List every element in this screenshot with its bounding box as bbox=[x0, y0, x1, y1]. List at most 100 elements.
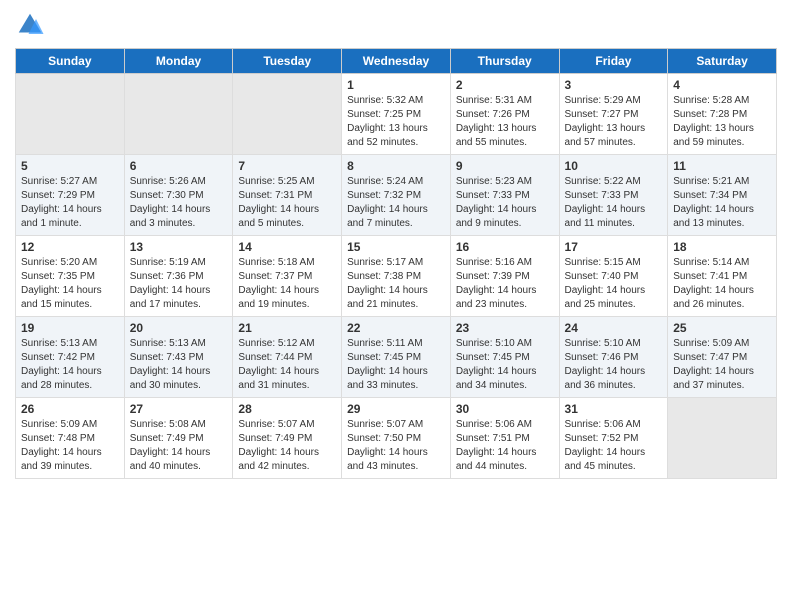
day-number: 4 bbox=[673, 78, 771, 92]
weekday-header-friday: Friday bbox=[559, 49, 668, 74]
calendar-cell: 11 Sunrise: 5:21 AMSunset: 7:34 PMDayligh… bbox=[668, 155, 777, 236]
calendar-cell: 14 Sunrise: 5:18 AMSunset: 7:37 PMDayligh… bbox=[233, 236, 342, 317]
day-info: Sunrise: 5:31 AMSunset: 7:26 PMDaylight:… bbox=[456, 94, 554, 150]
day-number: 6 bbox=[130, 159, 228, 173]
day-info: Sunrise: 5:11 AMSunset: 7:45 PMDaylight:… bbox=[347, 337, 445, 393]
day-number: 9 bbox=[456, 159, 554, 173]
calendar-body: 1Sunrise: 5:32 AMSunset: 7:25 PMDaylight… bbox=[16, 74, 777, 479]
day-number: 14 bbox=[238, 240, 336, 254]
day-info: Sunrise: 5:27 AMSunset: 7:29 PMDaylight:… bbox=[21, 175, 119, 231]
calendar-cell: 2 Sunrise: 5:31 AMSunset: 7:26 PMDaylight… bbox=[450, 74, 559, 155]
calendar-table: SundayMondayTuesdayWednesdayThursdayFrid… bbox=[15, 48, 777, 479]
calendar-cell: 9 Sunrise: 5:23 AMSunset: 7:33 PMDaylight… bbox=[450, 155, 559, 236]
day-number: 7 bbox=[238, 159, 336, 173]
day-number: 10 bbox=[565, 159, 663, 173]
day-info: Sunrise: 5:20 AMSunset: 7:35 PMDaylight:… bbox=[21, 256, 119, 312]
day-number: 23 bbox=[456, 321, 554, 335]
day-number: 17 bbox=[565, 240, 663, 254]
day-number: 26 bbox=[21, 402, 119, 416]
day-number: 11 bbox=[673, 159, 771, 173]
day-number: 5 bbox=[21, 159, 119, 173]
day-info: Sunrise: 5:17 AMSunset: 7:38 PMDaylight:… bbox=[347, 256, 445, 312]
day-info: Sunrise: 5:10 AMSunset: 7:46 PMDaylight:… bbox=[565, 337, 663, 393]
day-info: Sunrise: 5:10 AMSunset: 7:45 PMDaylight:… bbox=[456, 337, 554, 393]
day-number: 31 bbox=[565, 402, 663, 416]
calendar-cell: 1Sunrise: 5:32 AMSunset: 7:25 PMDaylight… bbox=[342, 74, 451, 155]
day-info: Sunrise: 5:14 AMSunset: 7:41 PMDaylight:… bbox=[673, 256, 771, 312]
weekday-header-wednesday: Wednesday bbox=[342, 49, 451, 74]
weekday-header-row: SundayMondayTuesdayWednesdayThursdayFrid… bbox=[16, 49, 777, 74]
day-number: 27 bbox=[130, 402, 228, 416]
calendar-cell: 24Sunrise: 5:10 AMSunset: 7:46 PMDayligh… bbox=[559, 317, 668, 398]
calendar-cell: 12 Sunrise: 5:20 AMSunset: 7:35 PMDayligh… bbox=[16, 236, 125, 317]
weekday-header-tuesday: Tuesday bbox=[233, 49, 342, 74]
calendar-cell: 17 Sunrise: 5:15 AMSunset: 7:40 PMDayligh… bbox=[559, 236, 668, 317]
day-info: Sunrise: 5:06 AMSunset: 7:52 PMDaylight:… bbox=[565, 418, 663, 474]
day-info: Sunrise: 5:15 AMSunset: 7:40 PMDaylight:… bbox=[565, 256, 663, 312]
day-number: 21 bbox=[238, 321, 336, 335]
calendar-cell bbox=[668, 398, 777, 479]
header bbox=[15, 10, 777, 40]
day-info: Sunrise: 5:07 AMSunset: 7:50 PMDaylight:… bbox=[347, 418, 445, 474]
calendar-cell: 31 Sunrise: 5:06 AMSunset: 7:52 PMDayligh… bbox=[559, 398, 668, 479]
weekday-header-sunday: Sunday bbox=[16, 49, 125, 74]
weekday-header-saturday: Saturday bbox=[668, 49, 777, 74]
day-number: 19 bbox=[21, 321, 119, 335]
day-info: Sunrise: 5:23 AMSunset: 7:33 PMDaylight:… bbox=[456, 175, 554, 231]
calendar-cell: 27 Sunrise: 5:08 AMSunset: 7:49 PMDayligh… bbox=[124, 398, 233, 479]
day-info: Sunrise: 5:06 AMSunset: 7:51 PMDaylight:… bbox=[456, 418, 554, 474]
calendar-cell: 18 Sunrise: 5:14 AMSunset: 7:41 PMDayligh… bbox=[668, 236, 777, 317]
calendar-week-1: 1Sunrise: 5:32 AMSunset: 7:25 PMDaylight… bbox=[16, 74, 777, 155]
day-number: 16 bbox=[456, 240, 554, 254]
calendar-cell: 15 Sunrise: 5:17 AMSunset: 7:38 PMDayligh… bbox=[342, 236, 451, 317]
day-info: Sunrise: 5:13 AMSunset: 7:42 PMDaylight:… bbox=[21, 337, 119, 393]
day-info: Sunrise: 5:08 AMSunset: 7:49 PMDaylight:… bbox=[130, 418, 228, 474]
weekday-header-monday: Monday bbox=[124, 49, 233, 74]
day-number: 2 bbox=[456, 78, 554, 92]
calendar-cell: 19 Sunrise: 5:13 AMSunset: 7:42 PMDayligh… bbox=[16, 317, 125, 398]
calendar-cell: 6Sunrise: 5:26 AMSunset: 7:30 PMDaylight… bbox=[124, 155, 233, 236]
day-number: 15 bbox=[347, 240, 445, 254]
day-number: 29 bbox=[347, 402, 445, 416]
calendar-cell: 23 Sunrise: 5:10 AMSunset: 7:45 PMDayligh… bbox=[450, 317, 559, 398]
day-number: 30 bbox=[456, 402, 554, 416]
calendar-cell bbox=[233, 74, 342, 155]
day-info: Sunrise: 5:19 AMSunset: 7:36 PMDaylight:… bbox=[130, 256, 228, 312]
calendar-cell: 16 Sunrise: 5:16 AMSunset: 7:39 PMDayligh… bbox=[450, 236, 559, 317]
day-info: Sunrise: 5:21 AMSunset: 7:34 PMDaylight:… bbox=[673, 175, 771, 231]
calendar-cell: 21Sunrise: 5:12 AMSunset: 7:44 PMDayligh… bbox=[233, 317, 342, 398]
calendar-week-3: 12 Sunrise: 5:20 AMSunset: 7:35 PMDayligh… bbox=[16, 236, 777, 317]
day-number: 20 bbox=[130, 321, 228, 335]
day-info: Sunrise: 5:18 AMSunset: 7:37 PMDaylight:… bbox=[238, 256, 336, 312]
day-number: 12 bbox=[21, 240, 119, 254]
calendar-cell: 30 Sunrise: 5:06 AMSunset: 7:51 PMDayligh… bbox=[450, 398, 559, 479]
calendar-cell: 8 Sunrise: 5:24 AMSunset: 7:32 PMDaylight… bbox=[342, 155, 451, 236]
day-info: Sunrise: 5:13 AMSunset: 7:43 PMDaylight:… bbox=[130, 337, 228, 393]
calendar-cell: 29 Sunrise: 5:07 AMSunset: 7:50 PMDayligh… bbox=[342, 398, 451, 479]
day-number: 8 bbox=[347, 159, 445, 173]
day-info: Sunrise: 5:24 AMSunset: 7:32 PMDaylight:… bbox=[347, 175, 445, 231]
day-info: Sunrise: 5:07 AMSunset: 7:49 PMDaylight:… bbox=[238, 418, 336, 474]
day-info: Sunrise: 5:16 AMSunset: 7:39 PMDaylight:… bbox=[456, 256, 554, 312]
day-info: Sunrise: 5:32 AMSunset: 7:25 PMDaylight:… bbox=[347, 94, 445, 150]
day-number: 25 bbox=[673, 321, 771, 335]
calendar-cell: 13 Sunrise: 5:19 AMSunset: 7:36 PMDayligh… bbox=[124, 236, 233, 317]
calendar-cell: 25 Sunrise: 5:09 AMSunset: 7:47 PMDayligh… bbox=[668, 317, 777, 398]
day-number: 13 bbox=[130, 240, 228, 254]
logo-icon bbox=[15, 10, 45, 40]
day-number: 18 bbox=[673, 240, 771, 254]
day-info: Sunrise: 5:09 AMSunset: 7:48 PMDaylight:… bbox=[21, 418, 119, 474]
calendar-cell: 10 Sunrise: 5:22 AMSunset: 7:33 PMDayligh… bbox=[559, 155, 668, 236]
calendar-cell bbox=[124, 74, 233, 155]
calendar-cell: 4 Sunrise: 5:28 AMSunset: 7:28 PMDaylight… bbox=[668, 74, 777, 155]
day-info: Sunrise: 5:22 AMSunset: 7:33 PMDaylight:… bbox=[565, 175, 663, 231]
day-info: Sunrise: 5:09 AMSunset: 7:47 PMDaylight:… bbox=[673, 337, 771, 393]
day-number: 22 bbox=[347, 321, 445, 335]
day-info: Sunrise: 5:29 AMSunset: 7:27 PMDaylight:… bbox=[565, 94, 663, 150]
calendar-header: SundayMondayTuesdayWednesdayThursdayFrid… bbox=[16, 49, 777, 74]
page: SundayMondayTuesdayWednesdayThursdayFrid… bbox=[0, 0, 792, 489]
calendar-cell: 5 Sunrise: 5:27 AMSunset: 7:29 PMDaylight… bbox=[16, 155, 125, 236]
calendar-cell: 22 Sunrise: 5:11 AMSunset: 7:45 PMDayligh… bbox=[342, 317, 451, 398]
calendar-cell: 7Sunrise: 5:25 AMSunset: 7:31 PMDaylight… bbox=[233, 155, 342, 236]
day-info: Sunrise: 5:28 AMSunset: 7:28 PMDaylight:… bbox=[673, 94, 771, 150]
